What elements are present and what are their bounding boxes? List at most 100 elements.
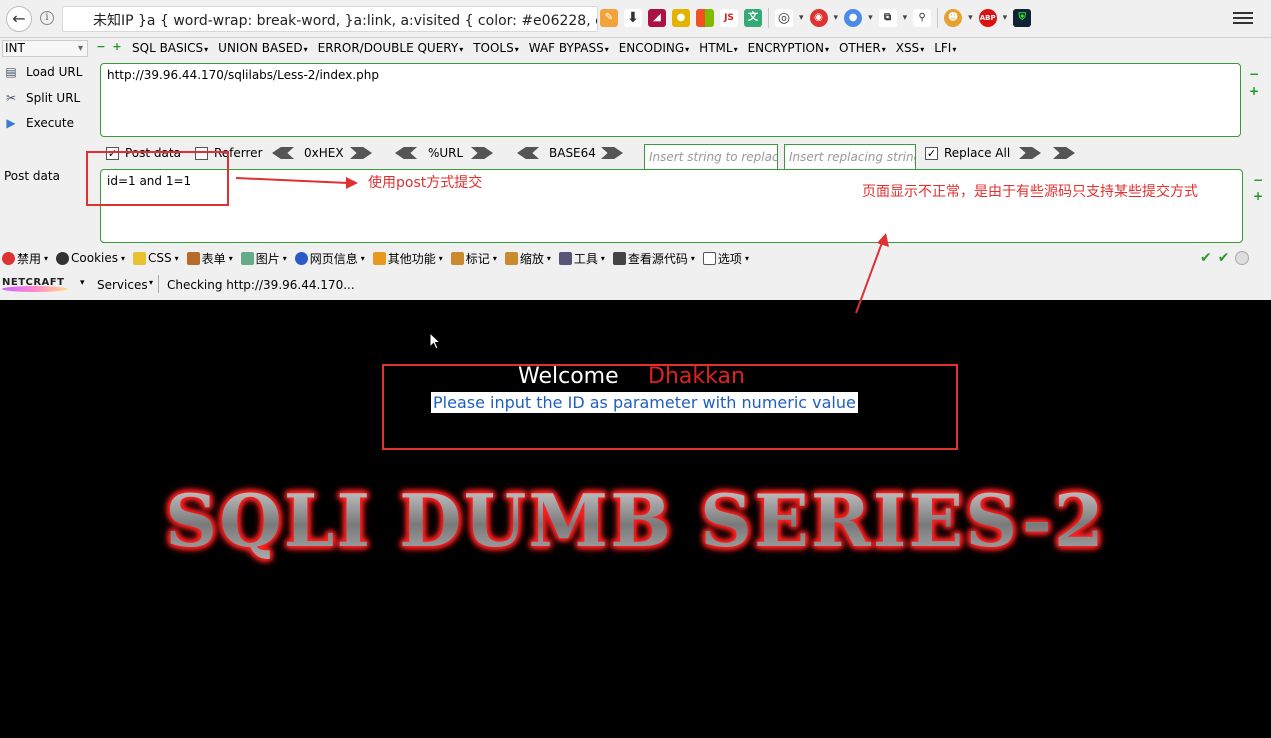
minus-icon[interactable]: − xyxy=(1253,174,1263,186)
menu-encryption[interactable]: ENCRYPTION xyxy=(748,41,829,55)
replace-all-checkbox[interactable]: ✓ xyxy=(925,147,938,160)
chevron-down-icon[interactable]: ▾ xyxy=(80,278,85,288)
toolbar-forms[interactable]: 表单 xyxy=(186,250,233,267)
shield-icon[interactable]: ⛨ xyxy=(1013,9,1032,27)
url-decode-button[interactable] xyxy=(395,147,417,159)
chevron-down-icon[interactable]: ▾ xyxy=(968,13,973,23)
welcome-text: Welcome xyxy=(518,364,619,389)
execute-button[interactable]: ▶ Execute xyxy=(4,116,74,130)
monkey-icon[interactable]: ☻ xyxy=(944,9,963,27)
post-data-field-label: Post data xyxy=(4,169,60,183)
tools-label: 工具 xyxy=(573,251,598,266)
menu-xss[interactable]: XSS xyxy=(896,41,924,55)
menu-error-double-query[interactable]: ERROR/DOUBLE QUERY xyxy=(318,41,464,55)
palette-icon[interactable]: ◎ xyxy=(775,9,793,27)
source-icon xyxy=(612,251,626,265)
hex-decode-button[interactable] xyxy=(272,147,294,159)
status-text: Checking http://39.96.44.170... xyxy=(167,278,355,292)
chevron-down-icon: ▾ xyxy=(149,278,154,287)
misc-label: 其他功能 xyxy=(387,251,436,266)
toolbar-css[interactable]: CSS xyxy=(133,251,179,265)
split-url-label: Split URL xyxy=(26,91,81,105)
eye-icon[interactable]: ◉ xyxy=(809,9,828,27)
sneaker-icon[interactable]: ◢ xyxy=(648,9,666,27)
download-icon[interactable]: ⬇ xyxy=(624,9,642,27)
hackbar-menus: SQL BASICS UNION BASED ERROR/DOUBLE QUER… xyxy=(132,41,956,55)
back-button[interactable]: ← xyxy=(6,6,32,32)
plus-icon[interactable]: + xyxy=(1249,85,1259,97)
load-url-icon: ▤ xyxy=(5,65,17,79)
browser-toolbar: ← i 未知IP }a { word-wrap: break-word, }a:… xyxy=(0,0,1271,38)
play-icon: ▶ xyxy=(6,116,16,130)
replacing-string-input[interactable]: Insert replacing string xyxy=(784,144,916,170)
toolbar-cookies[interactable]: Cookies xyxy=(56,251,125,265)
misc-icon xyxy=(372,251,386,265)
split-url-button[interactable]: ✂ Split URL xyxy=(4,91,80,105)
hex-label: 0xHEX xyxy=(304,146,344,160)
chevron-down-icon[interactable]: ▾ xyxy=(903,13,908,23)
jsc-icon[interactable]: JS xyxy=(720,9,738,27)
prompt-text: Please input the ID as parameter with nu… xyxy=(431,392,858,413)
cookies-label: Cookies xyxy=(71,251,119,265)
menu-waf-bypass[interactable]: WAF BYPASS xyxy=(529,41,609,55)
replace-string-input[interactable]: Insert string to replace xyxy=(644,144,778,170)
info-icon xyxy=(294,251,308,265)
base64-decode-button[interactable] xyxy=(517,147,539,159)
base64-encode-button[interactable] xyxy=(601,147,623,159)
load-url-button[interactable]: ▤ Load URL xyxy=(4,65,82,79)
resize-label: 缩放 xyxy=(519,251,544,266)
toolbar-outline[interactable]: 标记 xyxy=(450,250,497,267)
chrome-icon[interactable]: ● xyxy=(844,9,863,27)
abp-icon[interactable]: ABP xyxy=(978,9,997,27)
share-icon[interactable]: ⧉ xyxy=(878,9,897,27)
menu-other[interactable]: OTHER xyxy=(839,41,886,55)
menu-html[interactable]: HTML xyxy=(699,41,737,55)
address-bar[interactable]: 未知IP }a { word-wrap: break-word, }a:link… xyxy=(62,6,598,32)
zoom-icon[interactable]: ⚲ xyxy=(913,9,932,27)
toolbar-view-source[interactable]: 查看源代码 xyxy=(612,250,695,267)
menu-encoding[interactable]: ENCODING xyxy=(619,41,689,55)
outline-label: 标记 xyxy=(465,251,490,266)
replace-left-button[interactable] xyxy=(1019,147,1041,159)
execute-label: Execute xyxy=(26,116,74,130)
note-icon[interactable]: ✎ xyxy=(600,9,618,27)
windows-icon[interactable] xyxy=(696,9,714,27)
username-text: Dhakkan xyxy=(648,364,745,389)
toolbar-disable[interactable]: 禁用 xyxy=(2,250,48,267)
plus-icon[interactable]: + xyxy=(1253,190,1263,202)
menu-lfi[interactable]: LFI xyxy=(934,41,956,55)
type-select-value: INT xyxy=(5,41,25,55)
image-icon xyxy=(240,251,254,265)
minus-icon[interactable]: − xyxy=(1249,68,1259,80)
check-icon[interactable]: ✔ xyxy=(1218,250,1230,266)
chevron-down-icon[interactable]: ▾ xyxy=(868,13,873,23)
plus-icon[interactable]: + xyxy=(112,41,122,52)
type-select[interactable]: INT ▾ xyxy=(2,40,88,57)
options-icon xyxy=(702,251,716,265)
lock-icon[interactable]: ● xyxy=(672,9,690,27)
hex-encode-button[interactable] xyxy=(350,147,372,159)
toolbar-tools[interactable]: 工具 xyxy=(558,250,605,267)
chevron-down-icon[interactable]: ▾ xyxy=(799,13,804,23)
chevron-down-icon[interactable]: ▾ xyxy=(834,13,839,23)
chevron-down-icon[interactable]: ▾ xyxy=(1003,13,1008,23)
check-icon[interactable]: ✔ xyxy=(1200,250,1212,266)
toolbar-page-info[interactable]: 网页信息 xyxy=(294,250,365,267)
menu-tools[interactable]: TOOLS xyxy=(473,41,519,55)
toolbar-options[interactable]: 选项 xyxy=(702,250,749,267)
toolbar-resize[interactable]: 缩放 xyxy=(504,250,551,267)
url-encode-button[interactable] xyxy=(471,147,493,159)
url-textarea[interactable]: http://39.96.44.170/sqlilabs/Less-2/inde… xyxy=(100,63,1241,137)
services-menu[interactable]: Services xyxy=(97,278,148,292)
site-info-icon[interactable]: i xyxy=(40,11,54,25)
toolbar-misc[interactable]: 其他功能 xyxy=(372,250,443,267)
netcraft-logo[interactable]: NETCRAFT xyxy=(2,276,72,292)
menu-sql-basics[interactable]: SQL BASICS xyxy=(132,41,208,55)
circle-icon[interactable] xyxy=(1235,251,1250,265)
menu-union-based[interactable]: UNION BASED xyxy=(218,41,307,55)
menu-icon[interactable] xyxy=(1233,9,1253,27)
replace-right-button[interactable] xyxy=(1053,147,1075,159)
minus-icon[interactable]: − xyxy=(96,41,106,52)
translate-icon[interactable]: 文 xyxy=(744,9,762,27)
toolbar-images[interactable]: 图片 xyxy=(240,250,287,267)
